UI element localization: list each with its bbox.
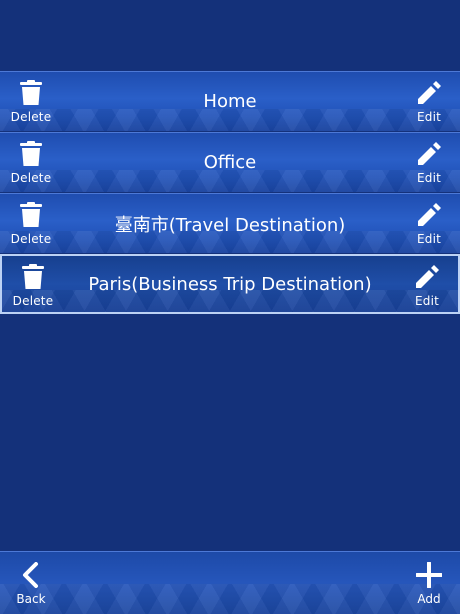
pencil-icon	[418, 142, 441, 165]
edit-label: Edit	[416, 171, 442, 185]
back-button[interactable]: Back	[0, 552, 62, 614]
delete-button[interactable]: Delete	[2, 256, 64, 312]
add-label: Add	[417, 592, 441, 606]
location-list-screen: Delete Home Edit Delete Office Edit Dele…	[0, 0, 460, 614]
delete-button[interactable]: Delete	[0, 133, 62, 192]
delete-button[interactable]: Delete	[0, 194, 62, 253]
location-title: Paris(Business Trip Destination)	[88, 273, 372, 295]
location-list: Delete Home Edit Delete Office Edit Dele…	[0, 71, 460, 315]
delete-label: Delete	[12, 294, 54, 308]
edit-button[interactable]: Edit	[398, 72, 460, 131]
back-label: Back	[16, 592, 46, 606]
list-item-selected[interactable]: Delete Paris(Business Trip Destination) …	[0, 254, 460, 314]
edit-button[interactable]: Edit	[398, 194, 460, 253]
list-item[interactable]: Delete 臺南市(Travel Destination) Edit	[0, 193, 460, 253]
delete-label: Delete	[10, 171, 52, 185]
trash-icon	[20, 141, 42, 166]
bottom-toolbar: Back Add	[0, 551, 460, 614]
edit-button[interactable]: Edit	[398, 133, 460, 192]
chevron-left-icon	[23, 562, 38, 588]
edit-button[interactable]: Edit	[396, 256, 458, 312]
delete-label: Delete	[10, 110, 52, 124]
edit-label: Edit	[414, 294, 440, 308]
add-button[interactable]: Add	[398, 552, 460, 614]
trash-icon	[20, 80, 42, 105]
edit-label: Edit	[416, 110, 442, 124]
trash-icon	[22, 264, 44, 289]
edit-label: Edit	[416, 232, 442, 246]
plus-icon	[416, 562, 442, 588]
location-title: Home	[203, 91, 257, 112]
pencil-icon	[418, 81, 441, 104]
list-item[interactable]: Delete Office Edit	[0, 132, 460, 192]
list-item[interactable]: Delete Home Edit	[0, 71, 460, 131]
pencil-icon	[418, 203, 441, 226]
delete-button[interactable]: Delete	[0, 72, 62, 131]
delete-label: Delete	[10, 232, 52, 246]
location-title: 臺南市(Travel Destination)	[114, 214, 346, 236]
pencil-icon	[416, 265, 439, 288]
location-title: Office	[203, 152, 257, 173]
trash-icon	[20, 202, 42, 227]
